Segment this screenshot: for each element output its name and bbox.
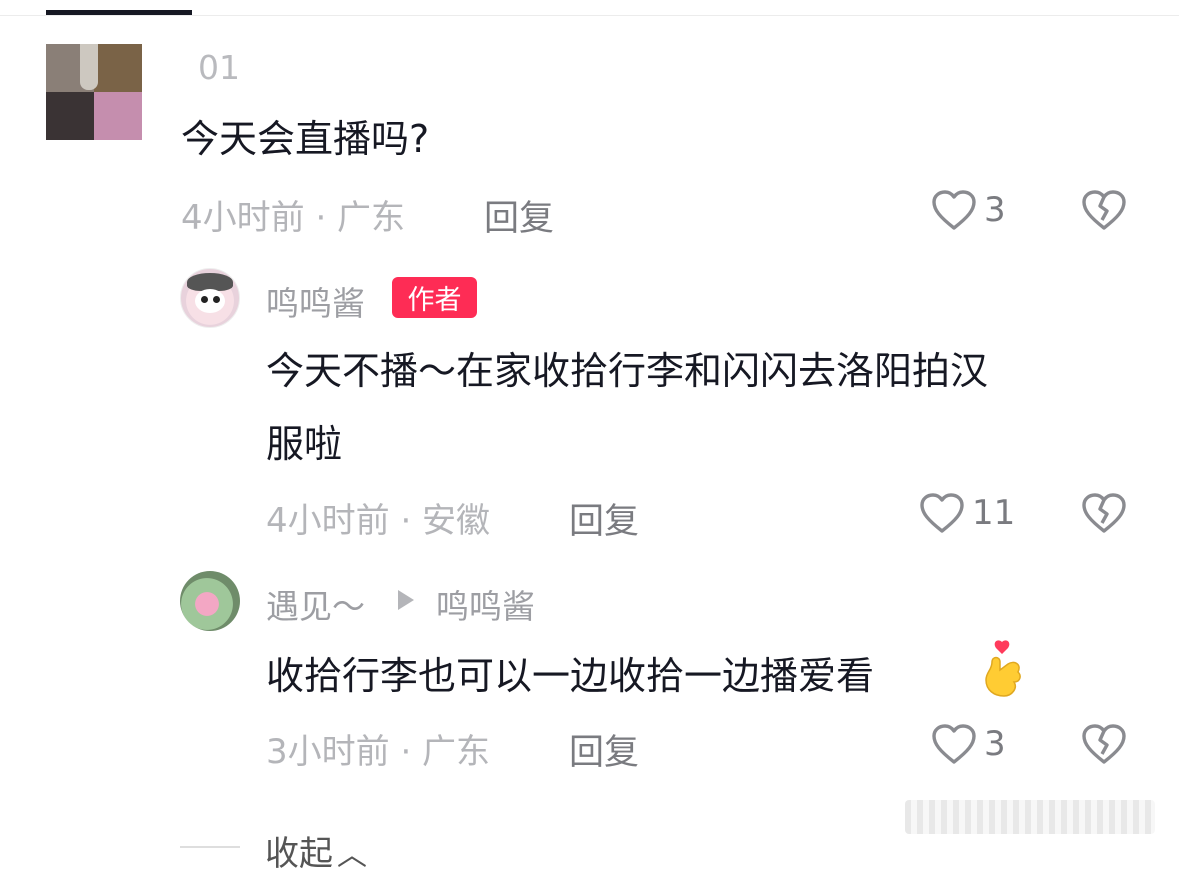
reply-button[interactable]: 回复 bbox=[569, 493, 639, 544]
reply-button[interactable]: 回复 bbox=[569, 724, 639, 775]
top-divider bbox=[0, 15, 1179, 16]
dislike-button[interactable] bbox=[1080, 491, 1128, 539]
watermark bbox=[905, 800, 1155, 834]
dislike-button[interactable] bbox=[1080, 722, 1128, 770]
heart-outline-icon bbox=[932, 190, 976, 230]
collapse-label: 收起 bbox=[265, 834, 333, 874]
dislike-button[interactable] bbox=[1080, 188, 1128, 236]
like-count: 3 bbox=[984, 190, 1006, 230]
reply-text: 收拾行李也可以一边收拾一边播爱看 bbox=[266, 654, 875, 698]
avatar[interactable] bbox=[180, 268, 240, 328]
reply-username[interactable]: 鸣鸣酱 bbox=[266, 277, 365, 325]
heart-outline-icon bbox=[932, 724, 976, 764]
reply-text-line-2: 服啦 bbox=[266, 422, 343, 466]
comment-username[interactable]: ​01 bbox=[198, 48, 240, 87]
like-button[interactable]: 3 bbox=[930, 188, 1006, 232]
broken-heart-icon bbox=[1082, 190, 1126, 230]
comment-text: 今天会直播吗? bbox=[181, 117, 430, 161]
heart-outline-icon bbox=[920, 493, 964, 533]
author-badge: 作者 bbox=[392, 277, 477, 318]
chevron-up-icon: ︿ bbox=[337, 838, 367, 873]
broken-heart-icon bbox=[1082, 724, 1126, 764]
reply-text-line-1: 今天不播～在家收拾行李和闪闪去洛阳拍汉 bbox=[266, 349, 989, 393]
broken-heart-icon bbox=[1082, 493, 1126, 533]
like-button[interactable]: 11 bbox=[918, 491, 1015, 535]
finger-heart-emoji bbox=[985, 640, 1021, 697]
reply-username[interactable]: 遇见～ bbox=[266, 580, 365, 628]
avatar[interactable] bbox=[46, 44, 142, 140]
reply-time-location: 3小时前 · 广东 bbox=[266, 732, 491, 772]
collapse-button[interactable]: 收起 ︿ bbox=[265, 826, 367, 875]
collapse-divider bbox=[180, 846, 240, 848]
reply-time-location: 4小时前 · 安徽 bbox=[266, 501, 491, 541]
reply-to-username[interactable]: 鸣鸣酱 bbox=[436, 580, 535, 628]
reply-arrow-icon bbox=[398, 590, 414, 610]
reply-button[interactable]: 回复 bbox=[484, 190, 554, 241]
comment-time-location: 4小时前 · 广东 bbox=[181, 198, 406, 238]
like-count: 3 bbox=[984, 724, 1006, 764]
like-count: 11 bbox=[972, 493, 1016, 533]
like-button[interactable]: 3 bbox=[930, 722, 1006, 766]
avatar[interactable] bbox=[180, 571, 240, 631]
